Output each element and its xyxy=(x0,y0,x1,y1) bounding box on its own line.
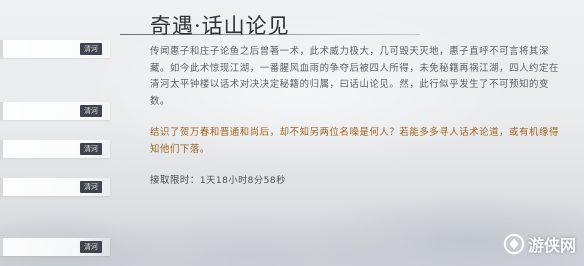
location-tag: 清河 xyxy=(80,105,102,117)
deadline-label: 接取限时： xyxy=(150,175,200,186)
quest-list: 清河 清河 清河 清河 清河 xyxy=(0,0,112,266)
quest-list-item[interactable]: 清河 xyxy=(0,140,110,158)
location-tag: 清河 xyxy=(80,143,102,155)
watermark-text: 游侠网 xyxy=(527,236,576,255)
quest-list-item[interactable]: 清河 xyxy=(0,238,110,256)
location-tag: 清河 xyxy=(80,43,102,55)
youxia-logo-icon xyxy=(503,233,525,255)
quest-deadline: 接取限时：1天18小时8分58秒 xyxy=(150,172,286,186)
quest-hint: 结识了贺万春和晋通和尚后，却不知另两位名噪是何人？若能多多寻人话术论道，或有机缘… xyxy=(150,127,559,155)
quest-title: 奇遇·话山论见 xyxy=(150,14,290,38)
quest-list-item[interactable]: 清河 xyxy=(0,178,110,196)
quest-list-item[interactable]: 清河 xyxy=(0,40,110,58)
watermark: 游侠网 xyxy=(503,232,576,256)
quest-description: 传闻惠子和庄子论鱼之后曾著一术，此术威力极大，几可毁天灭地，惠子直呼不可言将其深… xyxy=(150,46,559,107)
location-tag: 清河 xyxy=(80,181,102,193)
deadline-value: 1天18小时8分58秒 xyxy=(199,176,286,186)
title-divider xyxy=(120,34,420,35)
quest-detail-panel: 奇遇·话山论见 传闻惠子和庄子论鱼之后曾著一术，此术威力极大，几可毁天灭地，惠子… xyxy=(120,0,584,266)
quest-list-item[interactable]: 清河 xyxy=(0,102,110,120)
location-tag: 清河 xyxy=(80,241,102,253)
